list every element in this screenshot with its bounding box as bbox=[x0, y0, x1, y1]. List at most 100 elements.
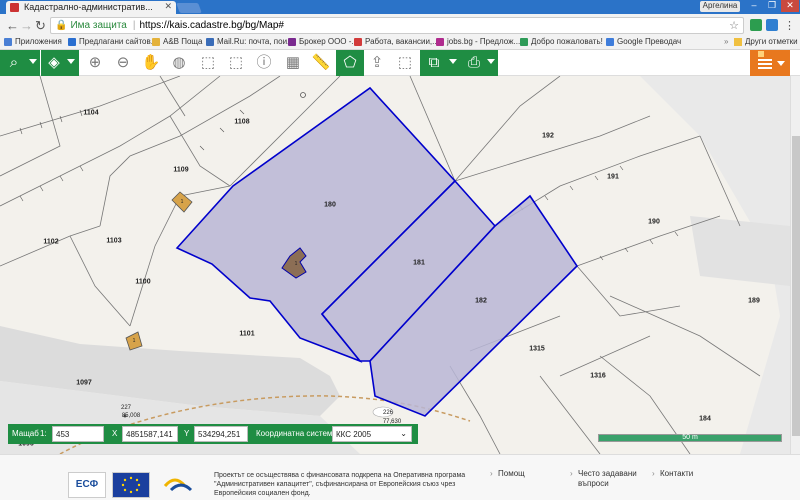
bookmark-item[interactable]: Работа, вакансии,... bbox=[354, 37, 439, 46]
zoom-out-icon[interactable]: ⊖ bbox=[112, 53, 134, 73]
chevron-down-icon[interactable] bbox=[487, 59, 495, 64]
coordinate-system-value: ККС 2005 bbox=[336, 430, 372, 439]
browser-tab[interactable]: Кадастрално-административ... ✕ bbox=[6, 1, 176, 14]
main-menu-button[interactable] bbox=[750, 50, 790, 76]
eu-flag-logo bbox=[112, 472, 150, 498]
help-link[interactable]: Помощ bbox=[490, 469, 525, 479]
bookmark-item[interactable]: Google Преводач bbox=[606, 37, 681, 46]
coordinate-system-label: Координатна система bbox=[256, 429, 337, 438]
extension-icon[interactable] bbox=[750, 19, 762, 31]
zoom-previous-icon[interactable]: ⬚ bbox=[197, 53, 219, 73]
building-marker: 1 bbox=[294, 261, 298, 267]
print-area-icon[interactable]: ▦ bbox=[282, 53, 304, 73]
lock-icon: 🔒 bbox=[55, 20, 68, 31]
close-window-icon[interactable]: ✕ bbox=[781, 0, 799, 12]
chevron-down-icon: ⌄ bbox=[400, 429, 407, 438]
url-text: https://kais.cadastre.bg/bg/Map# bbox=[139, 20, 284, 31]
scale-prefix: 1: bbox=[40, 429, 47, 438]
profile-button[interactable]: Аргелина bbox=[700, 1, 740, 12]
pan-hand-icon[interactable]: ✋ bbox=[140, 53, 162, 73]
map-canvas[interactable]: 1104 1108 1109 1102 1103 1100 1101 1097 … bbox=[0, 76, 790, 454]
cadastral-map-svg bbox=[0, 76, 790, 454]
chevron-down-icon bbox=[777, 61, 785, 66]
bookmark-item[interactable]: Предлагани сайтов... bbox=[68, 37, 157, 46]
page-footer: ЕСФ Проектът се осъществява с финансоват… bbox=[0, 454, 800, 500]
chevron-down-icon[interactable] bbox=[449, 59, 457, 64]
bookmark-item[interactable]: A&B Поща bbox=[152, 37, 202, 46]
print-icon[interactable]: ⎙ bbox=[463, 53, 485, 73]
map-toolbar: ⌕ ◈ ⊕ ⊖ ✋ ◍ ⬚ ⬚ ⓘ ▦ 📏 ⬠ ⇪ ⬚ ⧉ ⎙ bbox=[0, 50, 800, 76]
chevron-down-icon[interactable] bbox=[29, 59, 37, 64]
bookmarks-overflow-icon[interactable]: » bbox=[724, 37, 728, 46]
parcel-label: 181 bbox=[413, 259, 425, 267]
scale-bar-label: 50 m bbox=[682, 434, 698, 441]
layers-icon[interactable]: ◈ bbox=[43, 53, 65, 73]
coordinate-system-select[interactable]: ККС 2005 ⌄ bbox=[332, 426, 412, 442]
measure-ruler-icon[interactable]: 📏 bbox=[310, 53, 332, 73]
parcel-label: 180 bbox=[324, 201, 336, 209]
parcel-label: 1316 bbox=[590, 372, 606, 380]
minimize-icon[interactable]: – bbox=[745, 0, 763, 12]
parcel-label: 1108 bbox=[234, 118, 250, 126]
coordinate-bar: Мащаб 1: 453 X 4851587,141 Y 534294,251 … bbox=[8, 424, 418, 444]
bookmark-apps[interactable]: Приложения bbox=[4, 37, 62, 46]
bookmark-item[interactable]: Добро пожаловать! bbox=[520, 37, 603, 46]
chevron-down-icon[interactable] bbox=[67, 59, 75, 64]
upload-icon[interactable]: ⇪ bbox=[366, 53, 388, 73]
parcel-label: 1102 bbox=[43, 238, 59, 246]
back-icon[interactable]: ← bbox=[6, 18, 19, 33]
notification-icon bbox=[758, 51, 764, 57]
browser-titlebar: Кадастрално-административ... ✕ Аргелина … bbox=[0, 0, 800, 14]
url-input[interactable]: 🔒 Има защита | https://kais.cadastre.bg/bg/… bbox=[50, 17, 744, 34]
spot-height-label: 226 bbox=[382, 410, 394, 416]
selection-box-icon[interactable]: ⬚ bbox=[394, 53, 416, 73]
bookmark-item[interactable]: Брокер ООО -... bbox=[288, 37, 358, 46]
maximize-icon[interactable]: ❐ bbox=[763, 0, 781, 12]
parcel-label: 191 bbox=[607, 173, 619, 181]
bookmark-item[interactable]: Mail.Ru: почта, пои... bbox=[206, 37, 294, 46]
parcel-label: 189 bbox=[748, 297, 760, 305]
funding-text: Проектът се осъществява с финансовата по… bbox=[214, 472, 466, 497]
bookmark-star-icon[interactable]: ☆ bbox=[729, 19, 739, 32]
parcel-label: 190 bbox=[648, 218, 660, 226]
close-tab-icon[interactable]: ✕ bbox=[164, 1, 172, 12]
faq-link[interactable]: Често задавани въпроси bbox=[570, 469, 640, 489]
tab-title: Кадастрално-административ... bbox=[24, 2, 153, 12]
hamburger-icon bbox=[758, 59, 772, 69]
parcel-label: 1109 bbox=[173, 166, 189, 174]
polygon-select-icon[interactable]: ⬠ bbox=[339, 53, 361, 73]
parcel-label: 182 bbox=[475, 297, 487, 305]
parcel-label: 1100 bbox=[135, 278, 151, 286]
scale-bar: 50 m bbox=[598, 434, 782, 442]
parcel-label: 1097 bbox=[76, 379, 92, 387]
extension-icon[interactable] bbox=[766, 19, 778, 31]
globe-icon[interactable]: ◍ bbox=[168, 53, 190, 73]
favicon-icon bbox=[10, 3, 19, 12]
info-icon[interactable]: ⓘ bbox=[253, 53, 275, 73]
bookmark-item[interactable]: jobs.bg - Предлож... bbox=[436, 37, 520, 46]
y-coordinate-field[interactable]: 534294,251 bbox=[194, 426, 248, 442]
program-logo bbox=[156, 472, 206, 498]
building-marker: 1 bbox=[132, 338, 136, 344]
scale-input[interactable]: 453 bbox=[52, 426, 104, 442]
other-bookmarks[interactable]: Други отметки bbox=[734, 37, 798, 46]
scrollbar-thumb[interactable] bbox=[792, 136, 800, 436]
map-layers-stack-icon[interactable]: ⧉ bbox=[423, 53, 445, 73]
new-tab-button[interactable] bbox=[176, 3, 202, 13]
zoom-next-icon[interactable]: ⬚ bbox=[225, 53, 247, 73]
building-marker: 1 bbox=[180, 199, 184, 205]
zoom-in-icon[interactable]: ⊕ bbox=[84, 53, 106, 73]
forward-icon[interactable]: → bbox=[20, 18, 33, 33]
x-label: X bbox=[112, 429, 118, 438]
y-label: Y bbox=[184, 429, 190, 438]
chrome-menu-icon[interactable]: ⋮ bbox=[784, 19, 795, 32]
spot-height-label: 85,008 bbox=[121, 413, 141, 419]
parcel-label: 1101 bbox=[239, 330, 255, 338]
search-icon[interactable]: ⌕ bbox=[3, 53, 25, 73]
parcel-label: 192 bbox=[542, 132, 554, 140]
spot-height-label: 227 bbox=[120, 405, 132, 411]
contacts-link[interactable]: Контакти bbox=[652, 469, 693, 479]
x-coordinate-field[interactable]: 4851587,141 bbox=[122, 426, 178, 442]
reload-icon[interactable]: ↻ bbox=[35, 18, 46, 34]
page-scrollbar[interactable] bbox=[790, 76, 800, 454]
